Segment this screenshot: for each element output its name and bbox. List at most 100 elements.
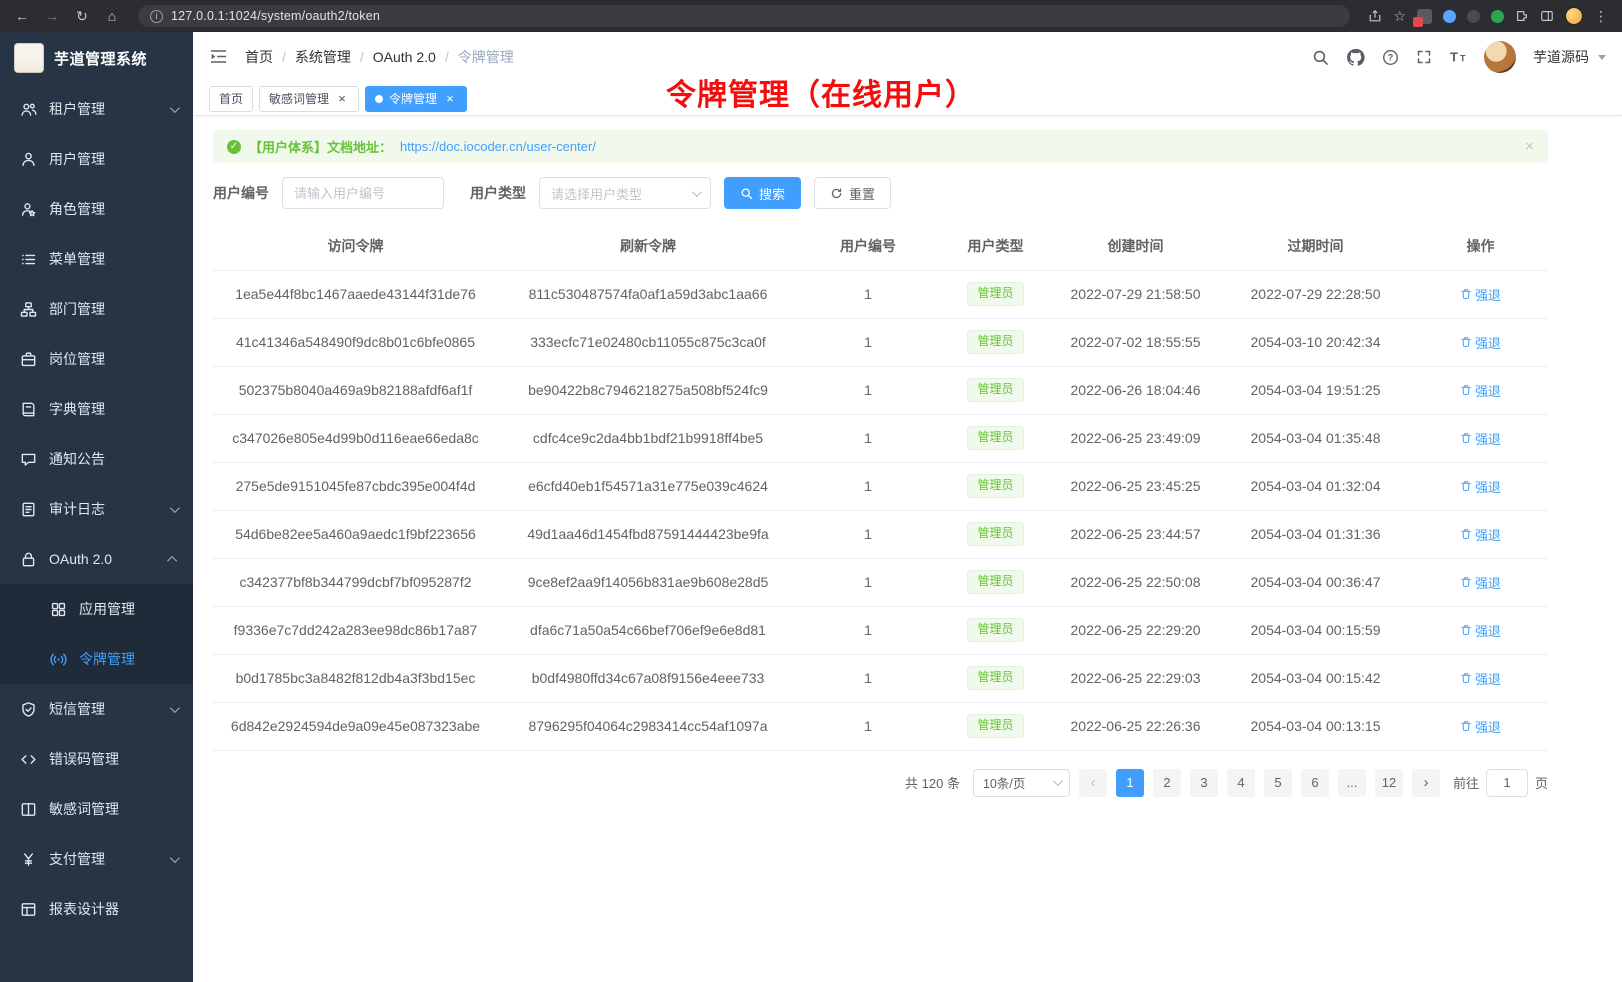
force-logout-button[interactable]: 强退 xyxy=(1460,285,1501,304)
pager-page-5[interactable]: 5 xyxy=(1264,769,1292,797)
browser-reload-button[interactable]: ↻ xyxy=(70,4,94,28)
site-info-icon[interactable]: i xyxy=(150,10,163,23)
search-button[interactable]: 搜索 xyxy=(724,177,801,209)
next-page-button[interactable]: › xyxy=(1412,769,1440,797)
extension-icon-dark[interactable] xyxy=(1467,10,1480,23)
user-type-tag: 管理员 xyxy=(967,426,1023,450)
page-size-select[interactable]: 10条/页 xyxy=(973,769,1070,797)
sidebar-item-sensitive-word[interactable]: 敏感词管理 xyxy=(0,784,193,834)
user-type-tag: 管理员 xyxy=(967,282,1023,306)
sidebar-item-tenant[interactable]: 租户管理 xyxy=(0,84,193,134)
user-id-cell: 1 xyxy=(798,702,938,750)
tab-close-icon[interactable]: × xyxy=(335,92,349,106)
user-id-label: 用户编号 xyxy=(213,183,269,203)
fullscreen-icon[interactable] xyxy=(1416,49,1432,65)
user-type-placeholder: 请选择用户类型 xyxy=(551,184,692,203)
extension-badge xyxy=(1413,17,1423,27)
sidebar-item-error-code[interactable]: 错误码管理 xyxy=(0,734,193,784)
breadcrumb-separator: / xyxy=(445,49,449,65)
browser-home-button[interactable]: ⌂ xyxy=(100,4,124,28)
tab-sensitive-word[interactable]: 敏感词管理 × xyxy=(259,86,359,112)
browser-profile-avatar[interactable] xyxy=(1565,7,1583,25)
breadcrumb-home[interactable]: 首页 xyxy=(245,47,273,67)
alert-close-icon[interactable]: × xyxy=(1525,138,1534,155)
pager-page-1[interactable]: 1 xyxy=(1116,769,1144,797)
force-logout-button[interactable]: 强退 xyxy=(1460,717,1501,736)
extensions-puzzle-icon[interactable] xyxy=(1515,9,1529,23)
sidebar-item-oauth2-token[interactable]: 令牌管理 xyxy=(0,634,193,684)
share-icon[interactable] xyxy=(1368,9,1382,23)
sidebar-item-audit-log[interactable]: 审计日志 xyxy=(0,484,193,534)
sidebar-item-menu[interactable]: 菜单管理 xyxy=(0,234,193,284)
force-logout-button[interactable]: 强退 xyxy=(1460,429,1501,448)
access-token-cell: b0d1785bc3a8482f812db4a3f3bd15ec xyxy=(213,654,498,702)
sidebar-item-report-designer[interactable]: 报表设计器 xyxy=(0,884,193,934)
pager-page-6[interactable]: 6 xyxy=(1301,769,1329,797)
access-token-cell: 1ea5e44f8bc1467aaede43144f31de76 xyxy=(213,270,498,318)
force-logout-button[interactable]: 强退 xyxy=(1460,669,1501,688)
split-view-icon[interactable] xyxy=(1540,9,1554,23)
sidebar-item-dept[interactable]: 部门管理 xyxy=(0,284,193,334)
expire-time-cell: 2054-03-04 00:13:15 xyxy=(1218,702,1413,750)
sidebar-item-oauth2-app[interactable]: 应用管理 xyxy=(0,584,193,634)
tab-token[interactable]: 令牌管理 × xyxy=(365,86,467,112)
pager-page-12[interactable]: 12 xyxy=(1375,769,1403,797)
reset-button[interactable]: 重置 xyxy=(814,177,891,209)
browser-forward-button[interactable]: → xyxy=(40,4,64,28)
breadcrumb-oauth2[interactable]: OAuth 2.0 xyxy=(373,49,436,65)
user-name[interactable]: 芋道源码 xyxy=(1533,47,1589,67)
action-cell: 强退 xyxy=(1413,462,1548,510)
bookmark-star-icon[interactable]: ☆ xyxy=(1393,8,1406,25)
tab-home[interactable]: 首页 xyxy=(209,86,253,112)
user-avatar[interactable] xyxy=(1484,41,1516,73)
table-row: 54d6be82ee5a460a9aedc1f9bf22365649d1aa46… xyxy=(213,510,1548,558)
sidebar-item-notice[interactable]: 通知公告 xyxy=(0,434,193,484)
chevron-down-icon xyxy=(170,103,180,113)
doc-link[interactable]: https://doc.iocoder.cn/user-center/ xyxy=(400,139,596,154)
sidebar-item-role[interactable]: 角色管理 xyxy=(0,184,193,234)
prev-page-button[interactable]: ‹ xyxy=(1079,769,1107,797)
help-question-icon[interactable]: ? xyxy=(1382,49,1399,66)
extension-icon-green[interactable] xyxy=(1491,10,1504,23)
font-size-icon[interactable]: TT xyxy=(1449,49,1467,65)
col-refresh-token: 刷新令牌 xyxy=(498,223,798,270)
force-logout-button[interactable]: 强退 xyxy=(1460,333,1501,352)
post-icon xyxy=(20,351,37,368)
sidebar-item-user[interactable]: 用户管理 xyxy=(0,134,193,184)
tab-close-icon[interactable]: × xyxy=(443,92,457,106)
sidebar-item-pay[interactable]: 支付管理 xyxy=(0,834,193,884)
pager-page-4[interactable]: 4 xyxy=(1227,769,1255,797)
goto-page-input[interactable] xyxy=(1486,769,1528,797)
browser-address-bar[interactable]: i 127.0.0.1:1024/system/oauth2/token xyxy=(138,5,1350,27)
user-menu-caret-icon[interactable] xyxy=(1598,55,1606,60)
header-search-icon[interactable] xyxy=(1312,49,1329,66)
col-expire-time: 过期时间 xyxy=(1218,223,1413,270)
pager-ellipsis[interactable]: ... xyxy=(1338,769,1366,797)
force-logout-button[interactable]: 强退 xyxy=(1460,381,1501,400)
extension-icon-red-badge[interactable] xyxy=(1417,9,1432,24)
sidebar-item-dict[interactable]: 字典管理 xyxy=(0,384,193,434)
sidebar-item-post[interactable]: 岗位管理 xyxy=(0,334,193,384)
force-logout-button[interactable]: 强退 xyxy=(1460,573,1501,592)
sidebar-item-oauth2[interactable]: OAuth 2.0 xyxy=(0,534,193,584)
menu-item-label: 令牌管理 xyxy=(79,649,177,669)
breadcrumb-system[interactable]: 系统管理 xyxy=(295,47,351,67)
sidebar-toggle-icon[interactable] xyxy=(209,47,229,67)
app-logo[interactable]: 芋道管理系统 xyxy=(0,32,193,84)
extension-icon-blue[interactable] xyxy=(1443,10,1456,23)
force-logout-button[interactable]: 强退 xyxy=(1460,525,1501,544)
pager-page-3[interactable]: 3 xyxy=(1190,769,1218,797)
sidebar-item-sms[interactable]: 短信管理 xyxy=(0,684,193,734)
github-icon[interactable] xyxy=(1346,48,1365,67)
pager-page-2[interactable]: 2 xyxy=(1153,769,1181,797)
browser-menu-dots-icon[interactable]: ⋮ xyxy=(1594,8,1608,25)
user-type-tag: 管理员 xyxy=(967,330,1023,354)
user-type-tag: 管理员 xyxy=(967,474,1023,498)
breadcrumb-separator: / xyxy=(360,49,364,65)
force-logout-button[interactable]: 强退 xyxy=(1460,621,1501,640)
breadcrumb-current: 令牌管理 xyxy=(458,47,514,67)
browser-back-button[interactable]: ← xyxy=(10,4,34,28)
force-logout-button[interactable]: 强退 xyxy=(1460,477,1501,496)
user-id-input[interactable] xyxy=(282,177,444,209)
user-type-select[interactable]: 请选择用户类型 xyxy=(539,177,711,209)
